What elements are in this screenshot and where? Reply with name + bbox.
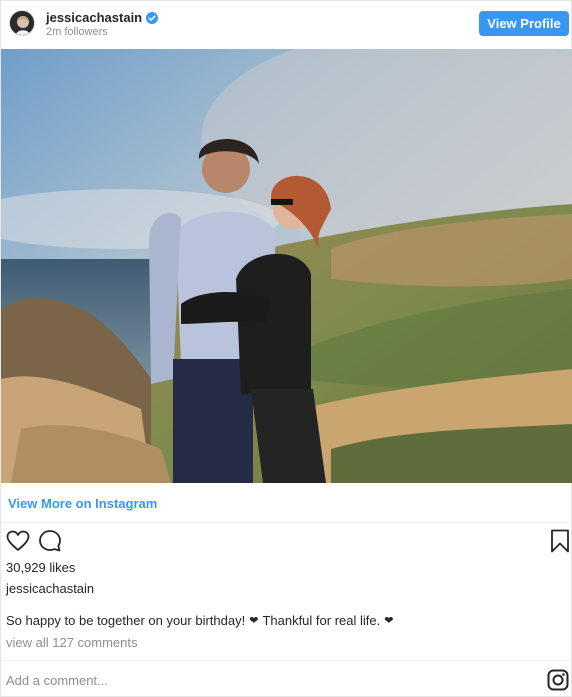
comment-icon[interactable] (37, 528, 63, 554)
instagram-embed-card: jessicachastain 2m followers View Profil… (0, 0, 572, 697)
post-photo[interactable] (1, 49, 572, 483)
divider (1, 522, 572, 523)
post-actions (1, 528, 572, 556)
caption-text-part1: So happy to be together on your birthday… (6, 613, 246, 628)
instagram-icon[interactable] (547, 669, 569, 691)
caption-text-part2: Thankful for real life. (262, 613, 381, 628)
post-owner-username[interactable]: jessicachastain (6, 581, 94, 596)
view-more-on-instagram-link[interactable]: View More on Instagram (8, 496, 157, 511)
view-profile-button[interactable]: View Profile (479, 11, 569, 36)
bookmark-icon[interactable] (547, 528, 572, 554)
heart-emoji-icon: ❤ (249, 615, 259, 627)
like-count[interactable]: 30,929 likes (6, 560, 75, 575)
view-all-comments-link[interactable]: view all 127 comments (6, 635, 138, 650)
post-header: jessicachastain 2m followers View Profil… (1, 1, 572, 47)
comment-box (1, 663, 572, 697)
heart-icon[interactable] (5, 528, 31, 554)
post-caption: So happy to be together on your birthday… (6, 613, 393, 628)
divider (1, 660, 572, 661)
username[interactable]: jessicachastain (46, 10, 142, 25)
follower-count: 2m followers (46, 26, 108, 38)
add-comment-input[interactable] (6, 670, 526, 690)
verified-badge-icon (146, 11, 159, 24)
username-row: jessicachastain (46, 9, 159, 26)
heart-emoji-icon: ❤ (384, 615, 394, 627)
profile-avatar[interactable] (9, 10, 35, 36)
